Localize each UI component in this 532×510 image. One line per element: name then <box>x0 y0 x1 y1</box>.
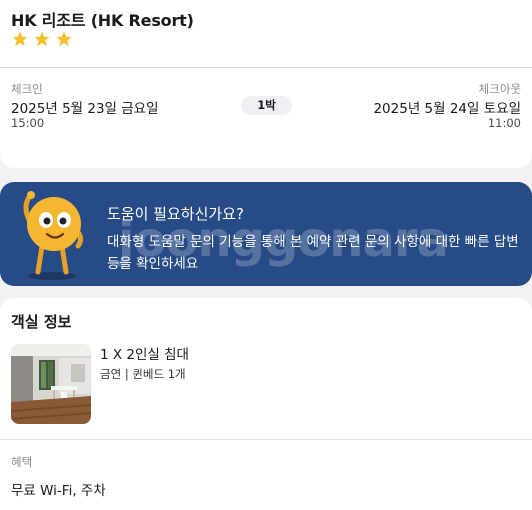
checkin-label: 체크인 <box>11 82 43 96</box>
room-photo[interactable] <box>11 344 91 424</box>
checkin-time: 15:00 <box>11 116 45 130</box>
checkin-date: 2025년 5월 23일 금요일 <box>11 101 159 117</box>
star-rating <box>11 30 73 48</box>
mascot-icon <box>23 191 84 280</box>
room-detail: 금연 | 퀸베드 1개 <box>100 367 186 381</box>
star-icon <box>12 31 28 47</box>
room-info-card: 객실 정보 1 X 2인실 침대 금연 | 퀸베드 1개 혜택 무료 Wi-Fi… <box>0 298 532 510</box>
benefits-label: 혜택 <box>11 455 33 469</box>
checkout-time: 11:00 <box>487 116 521 130</box>
help-banner[interactable]: joonggonara 도움이 필요하신가요? 대화형 도움말 문의 기능을 통… <box>0 182 532 286</box>
checkout-date: 2025년 5월 24일 토요일 <box>373 101 521 117</box>
star-icon <box>34 31 50 47</box>
help-title: 도움이 필요하신가요? <box>107 205 244 223</box>
room-info-heading: 객실 정보 <box>11 313 72 331</box>
hotel-name: HK 리조트 (HK Resort) <box>11 11 194 30</box>
divider <box>0 67 532 68</box>
benefits-value: 무료 Wi-Fi, 주차 <box>11 483 106 499</box>
divider <box>0 439 532 440</box>
star-icon <box>56 31 72 47</box>
nights-badge: 1박 <box>241 96 292 115</box>
checkout-label: 체크아웃 <box>478 82 521 96</box>
help-description: 대화형 도움말 문의 기능을 통해 본 예약 관련 문의 사항에 대한 빠른 답… <box>107 234 519 272</box>
room-name: 1 X 2인실 침대 <box>100 347 189 363</box>
booking-summary-card: HK 리조트 (HK Resort) 체크인 2025년 5월 23일 금요일 … <box>0 0 532 168</box>
